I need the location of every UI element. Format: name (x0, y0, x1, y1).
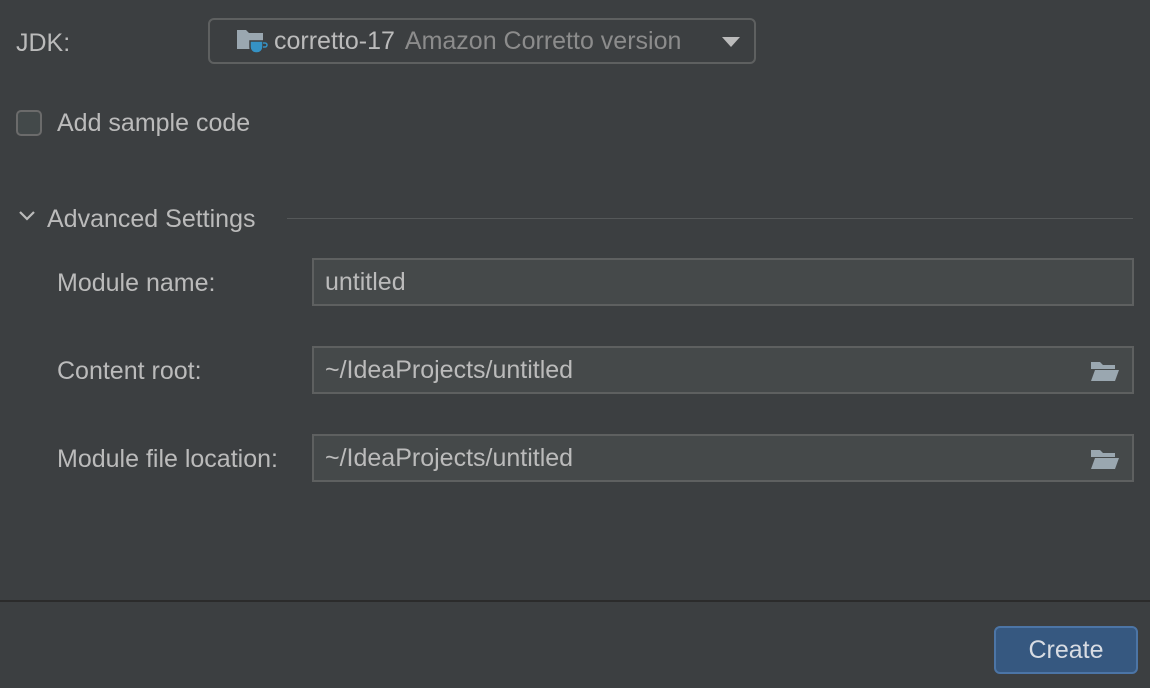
new-project-dialog: JDK: corretto-17 Amazon Corretto version… (0, 0, 1150, 688)
module-file-location-label: Module file location: (57, 445, 278, 473)
jdk-folder-icon (236, 27, 268, 55)
module-name-field[interactable]: untitled (312, 258, 1134, 306)
add-sample-code-checkbox[interactable] (16, 110, 42, 136)
module-file-location-field[interactable]: ~/IdeaProjects/untitled (312, 434, 1134, 482)
jdk-dropdown[interactable]: corretto-17 Amazon Corretto version (208, 18, 756, 64)
module-name-label: Module name: (57, 269, 216, 297)
chevron-down-icon[interactable] (18, 209, 36, 223)
jdk-selected-name: corretto-17 (274, 26, 395, 55)
add-sample-code-label[interactable]: Add sample code (57, 108, 250, 138)
jdk-label: JDK: (16, 29, 71, 57)
chevron-down-icon (722, 37, 740, 47)
advanced-settings-title[interactable]: Advanced Settings (47, 204, 255, 234)
module-file-location-value: ~/IdeaProjects/untitled (325, 443, 574, 472)
content-root-value: ~/IdeaProjects/untitled (325, 355, 574, 384)
section-divider (287, 218, 1133, 219)
folder-open-icon[interactable] (1090, 360, 1120, 382)
folder-open-icon[interactable] (1090, 448, 1120, 470)
jdk-selected-version: Amazon Corretto version (404, 26, 682, 55)
content-root-label: Content root: (57, 357, 202, 385)
content-root-field[interactable]: ~/IdeaProjects/untitled (312, 346, 1134, 394)
module-name-value: untitled (325, 267, 406, 296)
footer-divider (0, 600, 1150, 602)
create-button[interactable]: Create (994, 626, 1138, 674)
